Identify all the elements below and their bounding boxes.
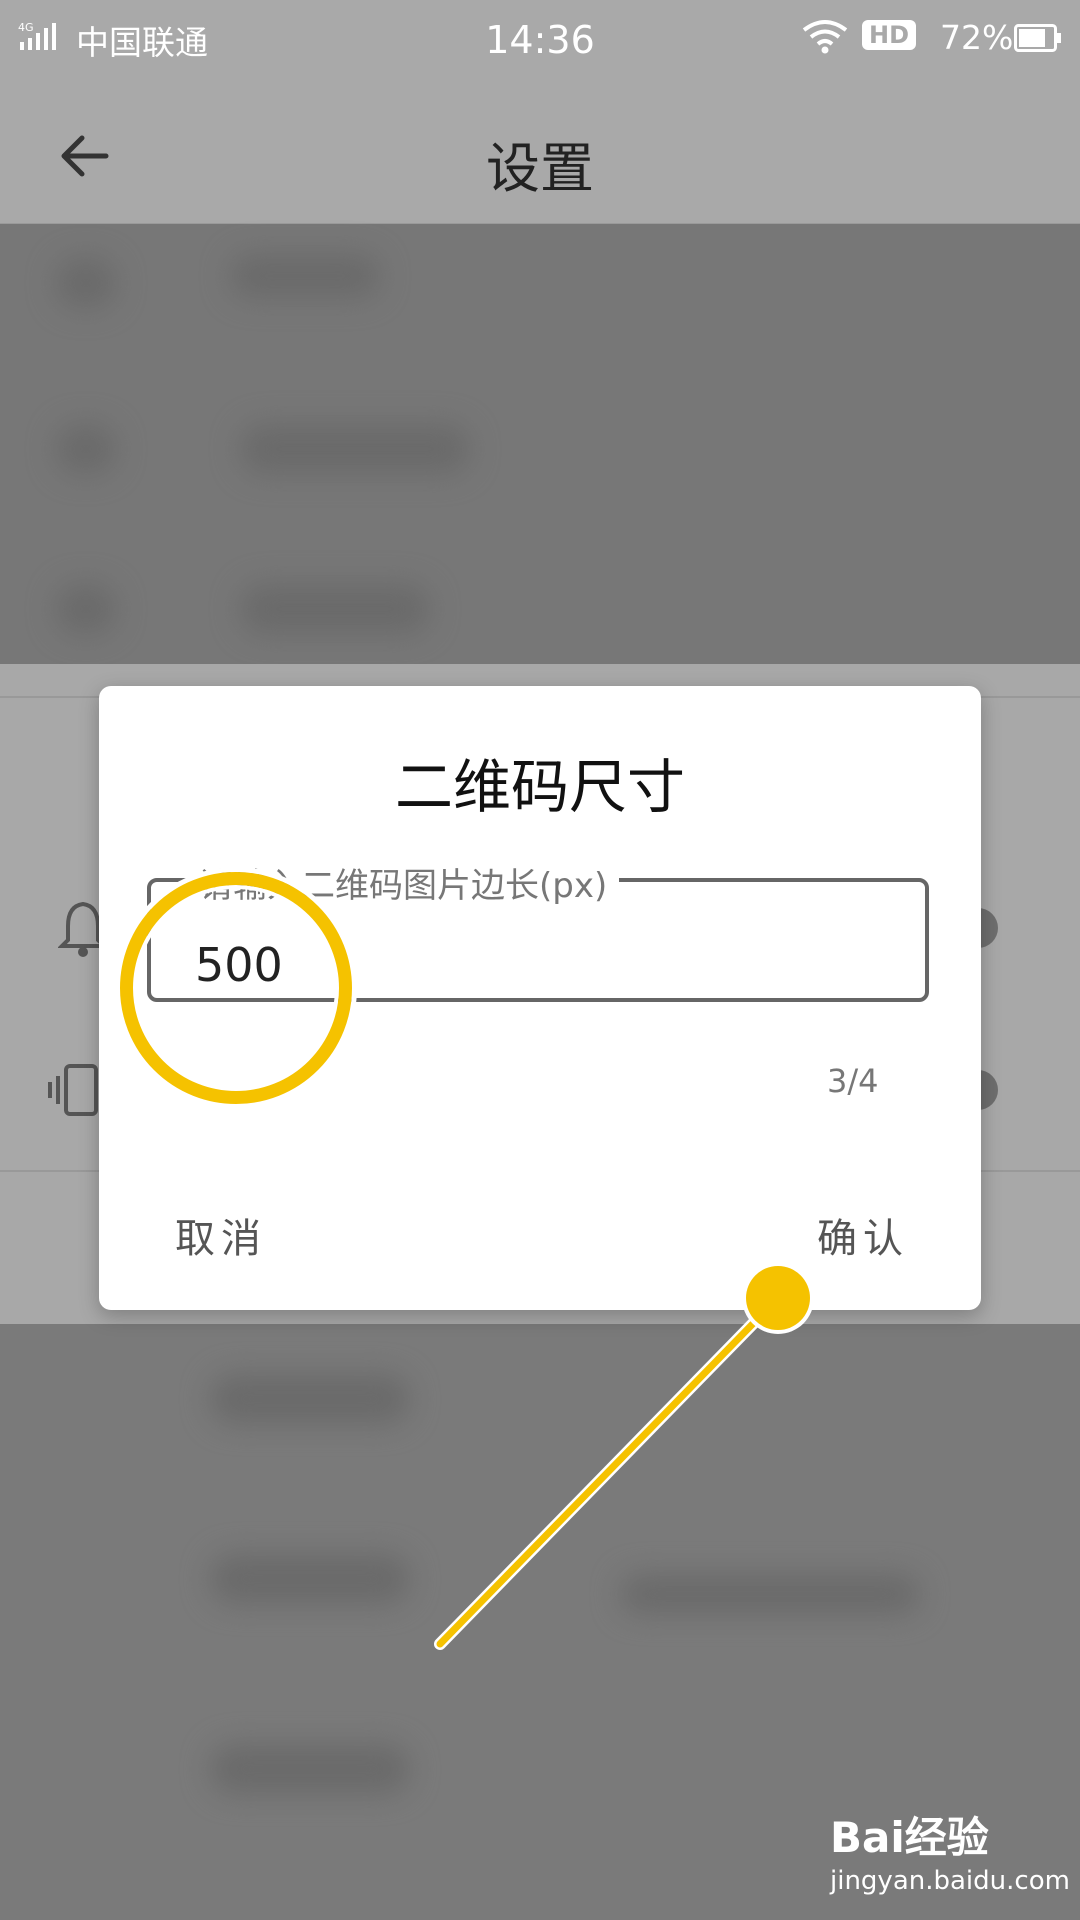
clock: 14:36 xyxy=(485,18,595,62)
battery-percent: 72% xyxy=(940,18,1014,57)
wifi-icon xyxy=(802,20,848,54)
vibrate-icon xyxy=(48,1064,98,1116)
character-counter: 3/4 xyxy=(827,1062,879,1100)
hd-badge: HD xyxy=(862,20,916,50)
app-bar: 设置 xyxy=(0,78,1080,225)
status-bar: 4G 中国联通 14:36 HD 72% xyxy=(0,0,1080,78)
blurred-settings-list xyxy=(0,224,1080,664)
page-title: 设置 xyxy=(486,137,594,200)
highlight-ring xyxy=(120,872,352,1104)
cancel-button[interactable]: 取消 xyxy=(175,1206,267,1264)
battery-icon xyxy=(1014,24,1061,52)
dialog-title: 二维码尺寸 xyxy=(394,753,685,821)
watermark-brand: Bai经验 xyxy=(830,1813,989,1862)
confirm-button[interactable]: 确认 xyxy=(817,1206,909,1264)
watermark-url: jingyan.baidu.com xyxy=(830,1866,1070,1896)
